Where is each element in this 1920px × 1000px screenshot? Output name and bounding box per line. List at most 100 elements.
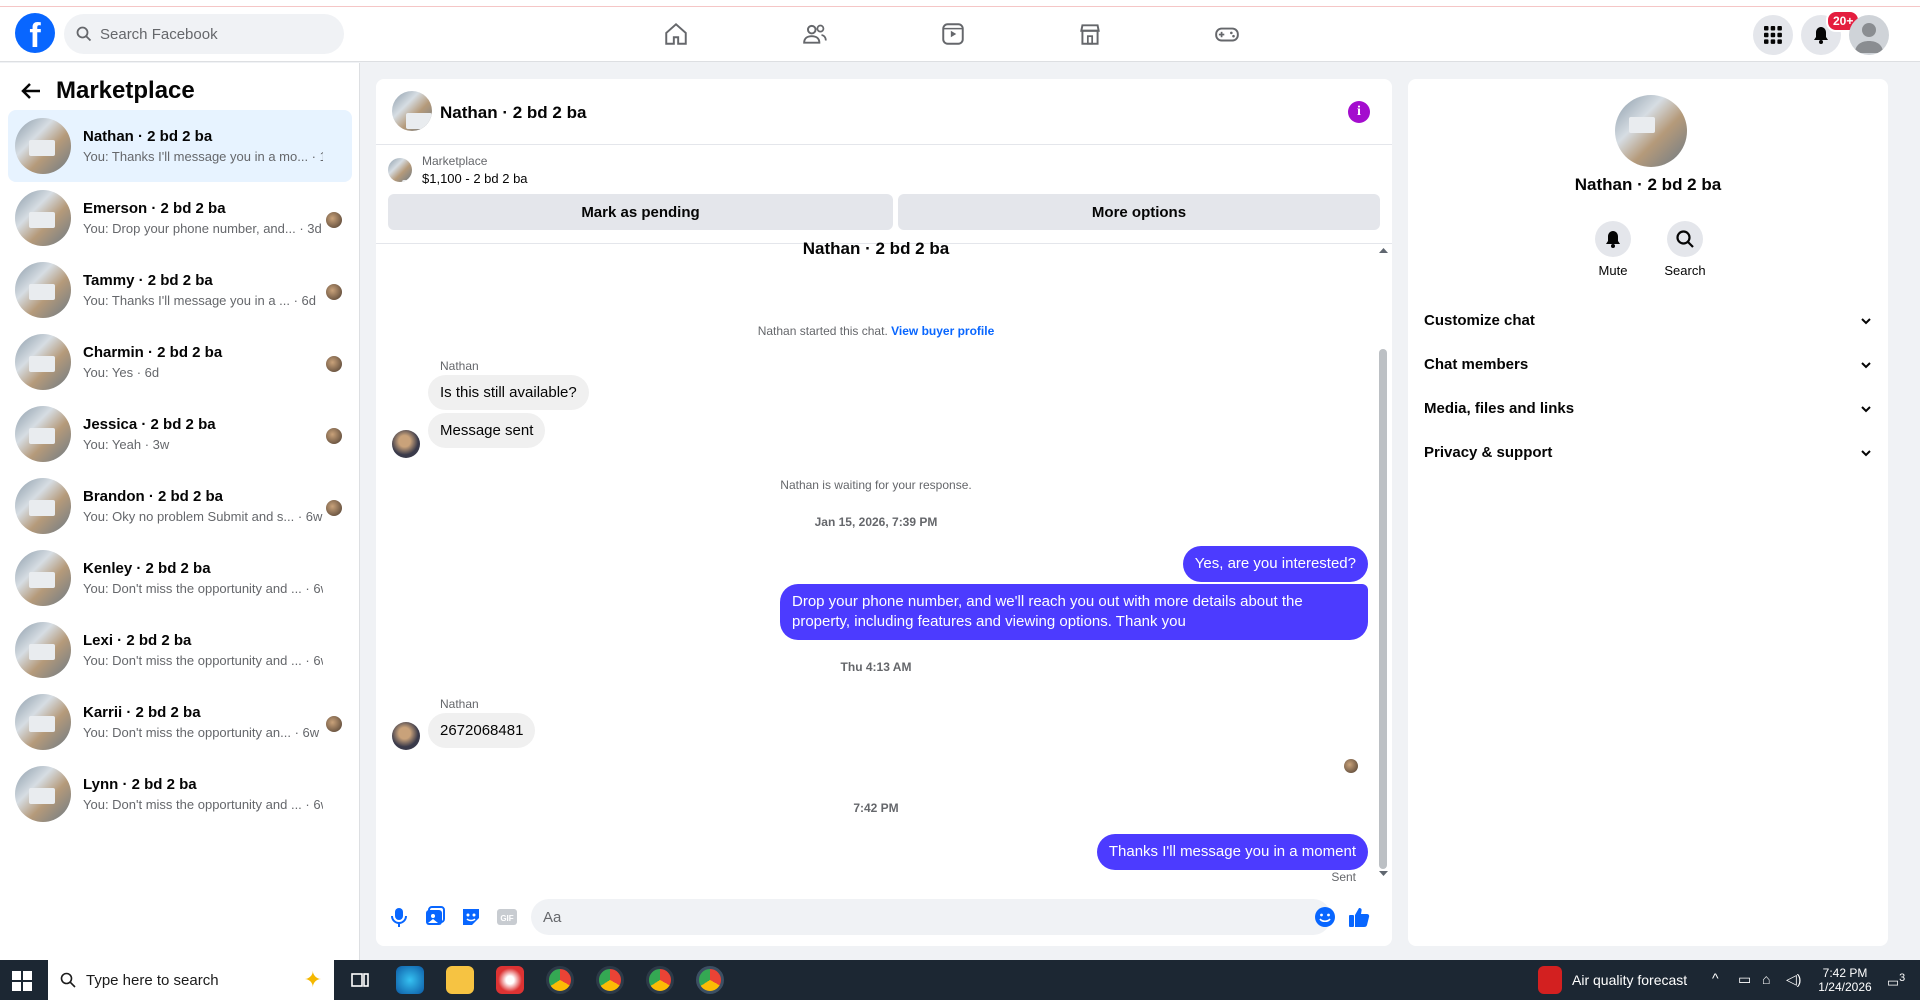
conversation-item[interactable]: Jessica · 2 bd 2 ba You: Yeah · 3w: [8, 398, 352, 470]
search-icon: [76, 26, 92, 42]
search-placeholder: Search Facebook: [100, 25, 218, 43]
read-receipt-avatar: [326, 500, 342, 516]
wifi-icon[interactable]: ⌂: [1762, 971, 1770, 987]
conversation-item[interactable]: Nathan · 2 bd 2 ba You: Thanks I'll messa…: [8, 110, 352, 182]
incoming-message[interactable]: Message sent: [428, 413, 546, 448]
row-label: Media, files and links: [1424, 400, 1575, 417]
listing-summary[interactable]: Marketplace $1,100 - 2 bd 2 ba: [388, 154, 528, 186]
search-icon: [1676, 230, 1694, 248]
marketplace-icon: [1080, 24, 1100, 45]
chat-members-row[interactable]: Chat members: [1424, 356, 1872, 373]
facebook-logo[interactable]: f: [15, 13, 55, 53]
conversation-name: Karrii · 2 bd 2 ba: [83, 704, 201, 721]
chat-start-text: Nathan started this chat.: [757, 324, 888, 338]
nav-marketplace[interactable]: [1073, 17, 1107, 51]
nav-friends[interactable]: [798, 17, 832, 51]
windows-start-icon[interactable]: [12, 971, 32, 991]
privacy-support-row[interactable]: Privacy & support: [1424, 444, 1872, 461]
scroll-up-icon[interactable]: [1379, 245, 1388, 255]
incoming-message[interactable]: 2672068481: [428, 713, 536, 748]
conversation-item[interactable]: Charmin · 2 bd 2 ba You: Yes · 6d: [8, 326, 352, 398]
conversation-preview: You: Oky no problem Submit and s... · 6w: [83, 509, 323, 524]
edge-browser-icon[interactable]: [396, 966, 424, 994]
conversation-item[interactable]: Tammy · 2 bd 2 ba You: Thanks I'll messag…: [8, 254, 352, 326]
media-files-row[interactable]: Media, files and links: [1424, 400, 1872, 417]
emoji-icon[interactable]: [1314, 906, 1336, 928]
marketplace-label: Marketplace: [422, 154, 488, 168]
chrome-profile-icon[interactable]: [646, 966, 674, 994]
chrome-profile-icon[interactable]: [596, 966, 624, 994]
listing-thumbnail: [15, 334, 71, 390]
outgoing-message[interactable]: Drop your phone number, and we'll reach …: [780, 584, 1368, 640]
conversation-preview: You: Yes · 6d: [83, 365, 160, 380]
conversation-preview: You: Drop your phone number, and... · 3d: [83, 221, 322, 236]
read-receipt-avatar: [326, 428, 342, 444]
taskbar-search[interactable]: Type here to search ✦: [48, 960, 334, 1000]
account-avatar[interactable]: [1849, 15, 1889, 55]
sticker-icon[interactable]: [460, 906, 482, 928]
outgoing-message[interactable]: Thanks I'll message you in a moment: [1096, 834, 1368, 870]
sidebar-header: Marketplace: [20, 77, 195, 105]
conversation-item[interactable]: Emerson · 2 bd 2 ba You: Drop your phone …: [8, 182, 352, 254]
chrome-active-icon[interactable]: [696, 966, 724, 994]
microphone-icon[interactable]: [388, 906, 410, 928]
gif-icon[interactable]: GIF: [496, 906, 518, 928]
details-listing-photo[interactable]: [1615, 95, 1687, 167]
clock-time: 7:42 PM: [1822, 966, 1868, 980]
notification-center-icon[interactable]: ▭3: [1884, 971, 1908, 989]
message-composer: GIF Aa: [376, 889, 1392, 945]
nav-video[interactable]: [936, 17, 970, 51]
sender-avatar[interactable]: [392, 430, 420, 458]
conversation-item[interactable]: Karrii · 2 bd 2 ba You: Don't miss the op…: [8, 686, 352, 758]
view-buyer-profile-link[interactable]: View buyer profile: [891, 324, 994, 338]
thumbs-up-icon[interactable]: [1348, 906, 1370, 928]
mute-button[interactable]: Mute: [1578, 221, 1648, 278]
conversation-preview: You: Thanks I'll message you in a ... · …: [83, 293, 317, 308]
volume-icon[interactable]: ◁): [1786, 971, 1801, 988]
system-clock[interactable]: 7:42 PM 1/24/2026: [1810, 966, 1880, 994]
search-bar[interactable]: Search Facebook: [64, 14, 344, 54]
app-icon[interactable]: [496, 966, 524, 994]
menu-button[interactable]: [1753, 15, 1793, 55]
scroll-down-icon[interactable]: [1379, 869, 1388, 879]
row-label: Chat members: [1424, 356, 1529, 373]
conversation-item[interactable]: Lynn · 2 bd 2 ba You: Don't miss the oppo…: [8, 758, 352, 830]
conversation-preview: You: Don't miss the opportunity and ... …: [83, 653, 323, 668]
photo-icon[interactable]: [424, 906, 446, 928]
conversation-preview: You: Don't miss the opportunity an... · …: [83, 725, 320, 740]
conversation-name: Brandon · 2 bd 2 ba: [83, 488, 224, 505]
weather-widget-text[interactable]: Air quality forecast: [1572, 972, 1687, 988]
chat-listing-thumbnail[interactable]: [392, 91, 432, 131]
chat-title[interactable]: Nathan · 2 bd 2 ba: [440, 103, 586, 123]
tray-chevron-icon[interactable]: ^: [1712, 970, 1719, 986]
air-quality-icon[interactable]: [1538, 966, 1562, 994]
search-in-chat-button[interactable]: Search: [1650, 221, 1720, 278]
message-input[interactable]: Aa: [531, 899, 1331, 935]
sender-avatar[interactable]: [392, 722, 420, 750]
task-view-icon[interactable]: [346, 966, 374, 994]
conversation-item[interactable]: Lexi · 2 bd 2 ba You: Don't miss the oppo…: [8, 614, 352, 686]
customize-chat-row[interactable]: Customize chat: [1424, 312, 1872, 329]
mute-label: Mute: [1598, 263, 1628, 278]
grid-menu-icon: [1764, 26, 1782, 44]
chrome-profile-icon[interactable]: [546, 966, 574, 994]
chevron-down-icon: [1861, 317, 1871, 324]
conversation-item[interactable]: Kenley · 2 bd 2 ba You: Don't miss the op…: [8, 542, 352, 614]
chevron-down-icon: [1861, 449, 1871, 456]
incoming-message[interactable]: Is this still available?: [428, 375, 589, 410]
more-options-button[interactable]: More options: [898, 194, 1380, 230]
network-icon[interactable]: ▭: [1738, 971, 1751, 988]
conversation-item[interactable]: Brandon · 2 bd 2 ba You: Oky no problem S…: [8, 470, 352, 542]
friends-icon: [803, 24, 827, 44]
info-icon[interactable]: i: [1348, 101, 1370, 123]
listing-thumbnail: [15, 478, 71, 534]
mark-pending-button[interactable]: Mark as pending: [388, 194, 893, 230]
clock-date: 1/24/2026: [1818, 980, 1872, 994]
outgoing-message[interactable]: Yes, are you interested?: [1182, 546, 1368, 582]
file-explorer-icon[interactable]: [446, 966, 474, 994]
nav-home[interactable]: [659, 17, 693, 51]
scrollbar-thumb[interactable]: [1379, 349, 1387, 869]
back-arrow-icon[interactable]: [20, 80, 42, 102]
nav-gaming[interactable]: [1210, 17, 1244, 51]
listing-thumbnail: [15, 694, 71, 750]
